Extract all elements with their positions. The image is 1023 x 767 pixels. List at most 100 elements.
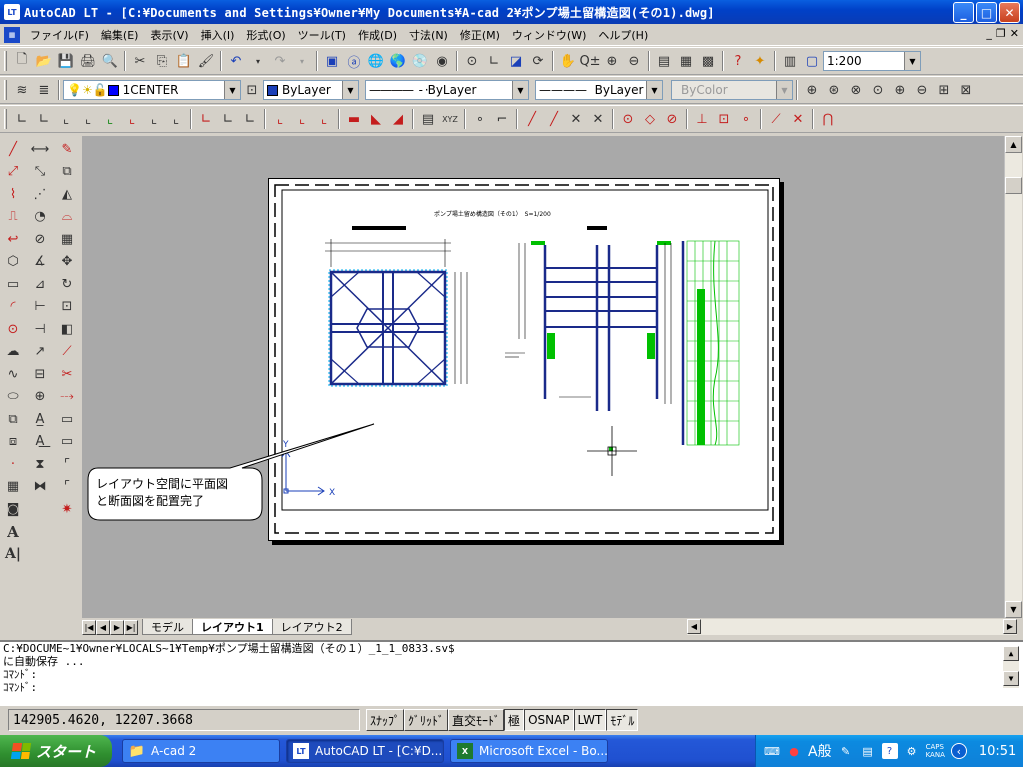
color-combo[interactable]: ByLayer ▼ xyxy=(263,80,359,100)
zoom-extents-icon[interactable]: ⊠ xyxy=(955,79,977,101)
menu-dimension[interactable]: 寸法(N) xyxy=(403,27,454,43)
horizontal-scrollbar[interactable]: ◀ ▶ xyxy=(687,619,1017,635)
ime-mode[interactable]: A般 xyxy=(808,741,832,761)
snap-insert-icon[interactable]: ⊡ xyxy=(713,108,735,130)
scroll-up-icon[interactable]: ▲ xyxy=(1005,136,1022,153)
dim-aligned-icon[interactable]: ◣ xyxy=(365,108,387,130)
layer-combo[interactable]: 💡 ☀ 🔓 1CENTER ▼ xyxy=(63,80,241,100)
first-tab-icon[interactable]: |◀ xyxy=(82,619,96,635)
coordinate-display[interactable]: 142905.4620, 12207.3668 xyxy=(8,709,360,731)
explode-icon[interactable]: ✷ xyxy=(56,498,78,521)
named-views-icon[interactable]: ◪ xyxy=(505,50,527,72)
dim-style-icon[interactable]: ⧓ xyxy=(29,476,51,499)
menu-file[interactable]: ファイル(F) xyxy=(24,27,95,43)
snap-intersection-icon[interactable]: ✕ xyxy=(565,108,587,130)
snap-temp-icon[interactable]: ∘ xyxy=(469,108,491,130)
ucs-world-icon[interactable]: ∟ xyxy=(11,108,33,130)
toolbar-grip[interactable] xyxy=(4,80,7,100)
menu-draw[interactable]: 作成(D) xyxy=(352,27,403,43)
task-folder[interactable]: 📁 A-cad 2 xyxy=(122,739,280,763)
snap-endpoint-icon[interactable]: ╱ xyxy=(521,108,543,130)
ucs-previous-icon[interactable]: ∟ xyxy=(33,108,55,130)
lineweight-combo[interactable]: ———— ByLayer ▼ xyxy=(535,80,663,100)
vertical-scrollbar[interactable]: ▲ ▼ xyxy=(1004,136,1022,618)
snap-settings-icon[interactable]: ⋂ xyxy=(817,108,839,130)
cd-icon[interactable]: 💿 xyxy=(409,50,431,72)
maximize-button[interactable]: □ xyxy=(976,2,997,23)
ucs-icon[interactable]: ∟ xyxy=(483,50,505,72)
polyline-icon[interactable]: ⌇ xyxy=(2,183,24,206)
dim-baseline-icon[interactable]: ⊢ xyxy=(29,296,51,319)
copy-icon[interactable]: ⎘ xyxy=(151,50,173,72)
construction-line-icon[interactable]: ⤢ xyxy=(2,161,24,184)
zoom-all-icon[interactable]: ⊞ xyxy=(933,79,955,101)
menu-edit[interactable]: 編集(E) xyxy=(95,27,145,43)
zoom-window-icon[interactable]: ⊕ xyxy=(801,79,823,101)
menu-help[interactable]: ヘルプ(H) xyxy=(592,27,654,43)
keyboard-icon[interactable]: ⌨ xyxy=(764,743,780,759)
close-button[interactable]: ✕ xyxy=(999,2,1020,23)
toolbar-grip[interactable] xyxy=(4,109,7,129)
scroll-left-icon[interactable]: ◀ xyxy=(687,619,701,634)
chevron-down-icon[interactable]: ▼ xyxy=(224,81,240,99)
undo-dropdown-icon[interactable]: ▾ xyxy=(247,50,269,72)
redo-dropdown-icon[interactable]: ▾ xyxy=(291,50,313,72)
ucs-face-icon[interactable]: ⌞ xyxy=(55,108,77,130)
scroll-down-icon[interactable]: ▼ xyxy=(1003,671,1019,686)
rectangle-icon[interactable]: ▭ xyxy=(2,273,24,296)
paste-icon[interactable]: 📋 xyxy=(173,50,195,72)
offset-icon[interactable]: ⌓ xyxy=(56,206,78,229)
ucs-z-icon[interactable]: ∟ xyxy=(239,108,261,130)
web-icon[interactable]: ⓐ xyxy=(343,50,365,72)
revision-cloud-icon[interactable]: ☁ xyxy=(2,341,24,364)
fillet-icon[interactable]: ⌜ xyxy=(56,476,78,499)
next-tab-icon[interactable]: ▶ xyxy=(110,619,124,635)
dim-radius-icon[interactable]: ◔ xyxy=(29,206,51,229)
tolerance-icon[interactable]: ⊟ xyxy=(29,363,51,386)
hyperlink-icon[interactable]: 🌐 xyxy=(365,50,387,72)
zoom-in-icon[interactable]: ⊕ xyxy=(889,79,911,101)
command-scrollbar[interactable]: ▲ ▼ xyxy=(1003,646,1019,688)
polygon-icon[interactable]: ⎍ xyxy=(2,206,24,229)
mdi-close-button[interactable]: ✕ xyxy=(1010,27,1019,40)
globe-icon[interactable]: 🌎 xyxy=(387,50,409,72)
viewport-scale-combo[interactable]: 1:200 ▼ xyxy=(823,51,921,71)
dim-ordinate-icon[interactable]: ◢ xyxy=(387,108,409,130)
tab-layout1[interactable]: レイアウト1 xyxy=(192,619,273,635)
insert-block-icon[interactable]: ⧉ xyxy=(2,408,24,431)
make-block-icon[interactable]: ⧈ xyxy=(2,431,24,454)
help-icon[interactable]: ? xyxy=(881,743,898,759)
make-current-layer-icon[interactable]: ⊡ xyxy=(241,79,263,101)
lwt-toggle[interactable]: LWT xyxy=(573,709,607,731)
mirror-icon[interactable]: ◭ xyxy=(56,183,78,206)
region-icon[interactable]: ◙ xyxy=(2,498,24,521)
security-icon[interactable]: ● xyxy=(786,743,802,759)
menu-modify[interactable]: 修正(M) xyxy=(454,27,506,43)
today-icon[interactable]: ◉ xyxy=(431,50,453,72)
mdi-minimize-button[interactable]: _ xyxy=(986,27,992,40)
drawing-area[interactable]: ポンプ場土留め構造図（その1） S=1/200 X Y レイアウト空間に平面図 … xyxy=(82,136,1004,618)
scroll-right-icon[interactable]: ▶ xyxy=(1003,619,1017,634)
dim-linear-v-icon[interactable]: ⟷ xyxy=(29,138,51,161)
ucs-origin-icon[interactable]: ⌞ xyxy=(121,108,143,130)
rectangle-polyline-icon[interactable]: ↩ xyxy=(2,228,24,251)
dim-diameter-icon[interactable]: ⊘ xyxy=(29,228,51,251)
last-tab-icon[interactable]: ▶| xyxy=(124,619,138,635)
calculator-icon[interactable]: ▩ xyxy=(697,50,719,72)
hatch-icon[interactable]: ▦ xyxy=(2,476,24,499)
chamfer-icon[interactable]: ⌜ xyxy=(56,453,78,476)
snap-quadrant-icon[interactable]: ◇ xyxy=(639,108,661,130)
zoom-dynamic-icon[interactable]: ⊛ xyxy=(823,79,845,101)
mdi-restore-button[interactable]: ❐ xyxy=(996,27,1006,40)
zoom-scale-icon[interactable]: ⊗ xyxy=(845,79,867,101)
undo-icon[interactable]: ↶ xyxy=(225,50,247,72)
snap-nearest-icon[interactable]: ⟋ xyxy=(765,108,787,130)
minimize-button[interactable]: _ xyxy=(953,2,974,23)
stretch-icon[interactable]: ◧ xyxy=(56,318,78,341)
ortho-toggle[interactable]: 直交ﾓｰﾄﾞ xyxy=(448,709,505,731)
snap-from-icon[interactable]: ⌐ xyxy=(491,108,513,130)
zoom-window-icon[interactable]: ⊕ xyxy=(601,50,623,72)
command-prompt[interactable]: ｺﾏﾝﾄﾞ: xyxy=(3,681,1023,694)
text-icon[interactable]: A| xyxy=(2,543,24,566)
document-icon[interactable]: ▦ xyxy=(4,26,20,43)
